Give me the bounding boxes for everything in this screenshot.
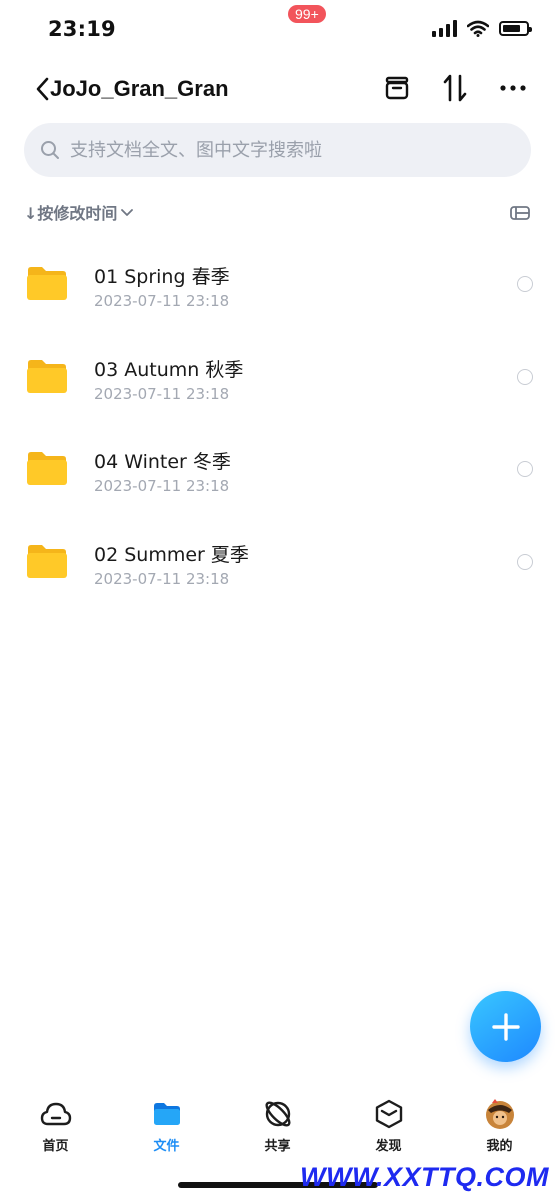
nav-bar: JoJo_Gran_Gran bbox=[0, 62, 555, 118]
wifi-icon bbox=[467, 20, 489, 37]
tab-home[interactable]: 首页 bbox=[0, 1085, 111, 1165]
add-button[interactable] bbox=[470, 991, 541, 1062]
tab-share[interactable]: 共享 bbox=[222, 1085, 333, 1165]
battery-icon bbox=[499, 21, 532, 36]
tab-bar: 首页 文件 共享 发现 我的 bbox=[0, 1085, 555, 1165]
tab-label: 发现 bbox=[375, 1139, 402, 1154]
file-name: 04 Winter 冬季 bbox=[94, 451, 231, 473]
file-list: 01 Spring 春季 2023-07-11 23:18 03 Autumn … bbox=[0, 240, 555, 610]
archive-button[interactable] bbox=[383, 72, 411, 104]
signal-icon bbox=[432, 20, 457, 37]
page-title: JoJo_Gran_Gran bbox=[50, 76, 229, 101]
search-bar[interactable] bbox=[24, 123, 531, 177]
more-icon bbox=[500, 85, 526, 91]
share-orbit-icon bbox=[261, 1097, 295, 1131]
more-button[interactable] bbox=[499, 72, 527, 104]
tab-me[interactable]: 我的 bbox=[444, 1085, 555, 1165]
file-date: 2023-07-11 23:18 bbox=[94, 292, 230, 310]
file-name: 03 Autumn 秋季 bbox=[94, 358, 244, 381]
select-radio[interactable] bbox=[517, 461, 533, 477]
search-input[interactable] bbox=[68, 138, 512, 162]
cloud-icon bbox=[39, 1097, 73, 1131]
tab-files[interactable]: 文件 bbox=[111, 1085, 222, 1165]
sort-by-modified-button[interactable]: ↓按修改时间 bbox=[24, 200, 135, 224]
list-item[interactable]: 03 Autumn 秋季 2023-07-11 23:18 bbox=[0, 333, 555, 426]
select-radio[interactable] bbox=[517, 368, 533, 385]
list-item[interactable]: 02 Summer 夏季 2023-07-11 23:18 bbox=[0, 518, 555, 611]
search-icon bbox=[41, 141, 59, 159]
folder-icon bbox=[27, 359, 67, 393]
archive-icon bbox=[385, 76, 409, 100]
sort-button[interactable] bbox=[441, 72, 469, 104]
tab-discover[interactable]: 发现 bbox=[333, 1085, 444, 1165]
sort-label: ↓按修改时间 bbox=[24, 204, 118, 223]
avatar-icon bbox=[483, 1097, 517, 1131]
file-name: 02 Summer 夏季 bbox=[94, 543, 249, 566]
list-item[interactable]: 01 Spring 春季 2023-07-11 23:18 bbox=[0, 240, 555, 333]
folder-icon bbox=[27, 544, 67, 578]
status-icons bbox=[432, 20, 532, 37]
select-radio[interactable] bbox=[517, 276, 533, 292]
tab-label: 首页 bbox=[42, 1139, 69, 1154]
file-date: 2023-07-11 23:18 bbox=[94, 569, 230, 588]
file-date: 2023-07-11 23:18 bbox=[94, 477, 230, 495]
tab-label: 共享 bbox=[264, 1139, 291, 1154]
tab-label: 文件 bbox=[153, 1139, 180, 1154]
folder-icon bbox=[27, 452, 67, 485]
status-time: 23:19 bbox=[48, 17, 116, 41]
nav-actions bbox=[383, 72, 527, 104]
tab-label: 我的 bbox=[486, 1139, 513, 1154]
chevron-down-icon bbox=[121, 209, 134, 216]
cube-icon bbox=[372, 1097, 406, 1131]
plus-icon bbox=[491, 1012, 520, 1041]
file-name: 01 Spring 春季 bbox=[94, 266, 230, 288]
sort-arrows-icon bbox=[443, 74, 467, 102]
file-date: 2023-07-11 23:18 bbox=[94, 384, 230, 403]
status-bar: 23:19 bbox=[0, 0, 555, 60]
list-item[interactable]: 04 Winter 冬季 2023-07-11 23:18 bbox=[0, 425, 555, 518]
folder-icon bbox=[27, 267, 67, 300]
notification-badge: 99+ bbox=[288, 5, 326, 23]
view-toggle-icon[interactable] bbox=[509, 202, 531, 224]
watermark: WWW.XXTTQ.COM bbox=[300, 1162, 549, 1192]
sort-row: ↓按修改时间 bbox=[24, 200, 531, 228]
folder-icon bbox=[150, 1097, 184, 1131]
select-radio[interactable] bbox=[517, 553, 533, 570]
